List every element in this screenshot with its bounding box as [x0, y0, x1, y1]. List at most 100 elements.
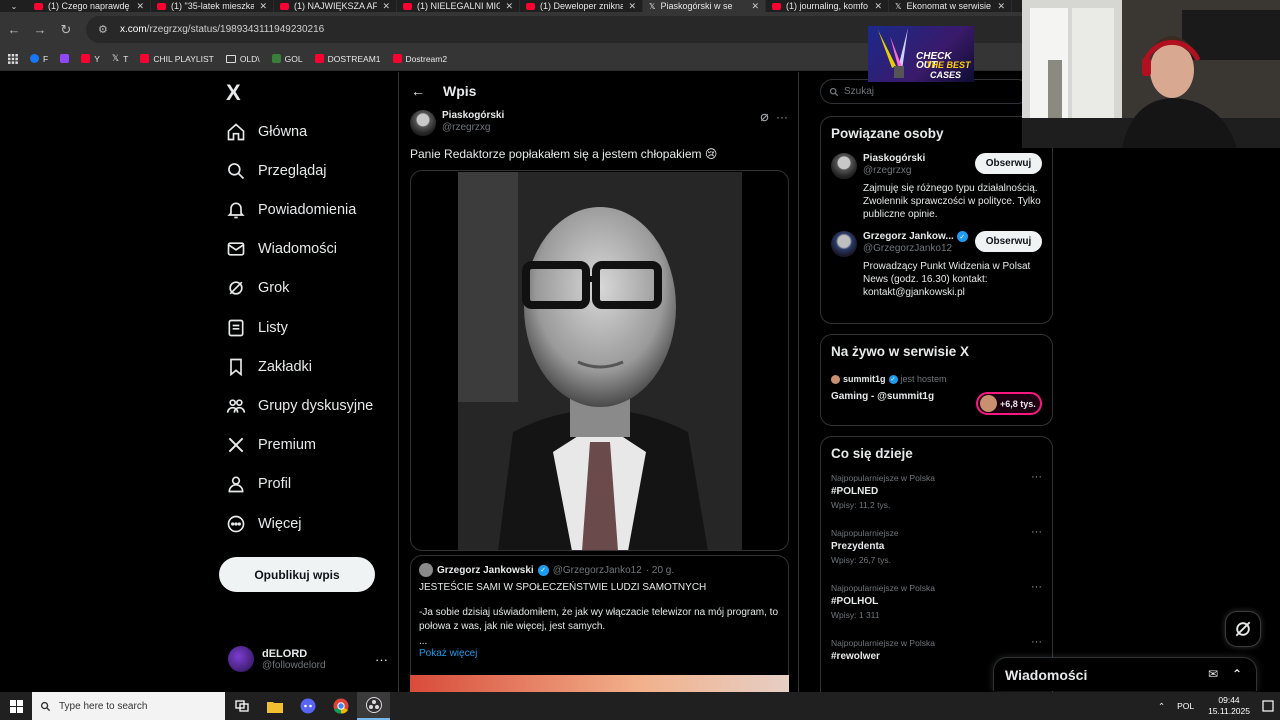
related-person[interactable]: Grzegorz Jankow... ✓ @GrzegorzJanko12 Pro… [831, 231, 1042, 299]
obs-icon[interactable] [357, 692, 390, 720]
avatar[interactable] [831, 153, 857, 179]
browser-tab[interactable]: (1) journaling, komfo ✕ [766, 0, 889, 12]
bookmark-dostream2[interactable]: Dostream2 [392, 54, 447, 64]
trend-more-icon[interactable]: ··· [1031, 581, 1042, 593]
account-more-icon[interactable]: ··· [375, 652, 388, 667]
back-button[interactable]: ← [2, 18, 26, 42]
nav-bookmarks[interactable]: Zakładki [226, 356, 312, 378]
tab-search-menu[interactable]: ⌄ [0, 0, 28, 12]
site-settings-icon[interactable]: ⚙ [98, 23, 114, 36]
tab-label: (1) NIELEGALNI MIGR [417, 1, 501, 11]
youtube-icon [772, 2, 781, 10]
chrome-icon[interactable] [324, 692, 357, 720]
show-more-link[interactable]: Pokaż więcej [419, 648, 780, 659]
reload-button[interactable]: ↻ [54, 18, 78, 42]
tab-label: Piaskogórski w se [660, 1, 733, 11]
browser-tab[interactable]: 𝕏 Piaskogórski w se ✕ [643, 0, 766, 12]
related-person[interactable]: Piaskogórski @rzegrzxg Zajmuję się różne… [831, 153, 1042, 221]
browser-tab[interactable]: (1) "35-latek mieszka ✕ [151, 0, 274, 12]
youtube-icon [34, 2, 43, 10]
nav-explore[interactable]: Przeglądaj [226, 160, 327, 182]
trend-count: Wpisy: 1 311 [831, 610, 880, 620]
nav-profile[interactable]: Profil [226, 473, 291, 495]
start-button[interactable] [0, 692, 32, 720]
tab-close-icon[interactable]: ✕ [751, 1, 759, 12]
post-more-icon[interactable]: ··· [776, 110, 788, 124]
list-icon [228, 319, 244, 337]
new-message-icon[interactable]: ✉ [1208, 667, 1218, 681]
task-view-icon[interactable] [225, 692, 258, 720]
bookmark-t[interactable]: 𝕏T [112, 53, 128, 64]
nav-home[interactable]: Główna [226, 121, 307, 143]
search-icon [228, 163, 245, 180]
browser-tab[interactable]: (1) Deweloper zniknął ✕ [520, 0, 643, 12]
browser-tab[interactable]: (1) Czego naprawdę ✕ [28, 0, 151, 12]
trend-more-icon[interactable]: ··· [1031, 471, 1042, 483]
nav-premium[interactable]: Premium [226, 434, 316, 456]
bookmark-chil-playlist[interactable]: CHIL PLAYLIST [140, 54, 214, 64]
youtube-icon [392, 54, 402, 63]
browser-tab[interactable]: 𝕏 Ekonomat w serwisie ✕ [889, 0, 1012, 12]
nav-communities[interactable]: Grupy dyskusyjne [226, 395, 373, 417]
video-frame[interactable] [458, 172, 742, 550]
input-language[interactable]: POL [1177, 701, 1194, 711]
post-button[interactable]: Opublikuj wpis [219, 557, 375, 592]
nav-messages[interactable]: Wiadomości [226, 238, 337, 260]
trend-name: #POLNED [831, 486, 879, 497]
search-input[interactable]: Szukaj [820, 79, 1030, 104]
author-avatar[interactable] [410, 110, 436, 136]
tab-close-icon[interactable]: ✕ [136, 1, 144, 12]
trend-item[interactable]: Najpopularniejsze w Polska #POLNED Wpisy… [831, 461, 1042, 516]
live-listeners-badge[interactable]: +6,8 tys. [976, 392, 1042, 415]
notifications-icon[interactable] [1262, 700, 1274, 712]
clock[interactable]: 09:44 15.11.2025 [1208, 695, 1250, 717]
bookmark-dostream1[interactable]: DOSTREAM1 [314, 54, 381, 64]
author-handle[interactable]: @rzegrzxg [442, 122, 504, 133]
trend-item[interactable]: Najpopularniejsze Prezydenta Wpisy: 26,7… [831, 516, 1042, 571]
browser-tab[interactable]: (1) NIELEGALNI MIGR ✕ [397, 0, 520, 12]
post-author[interactable]: Piaskogórski @rzegrzxg [410, 110, 504, 136]
expand-chevron-icon[interactable]: ⌃ [1232, 667, 1242, 681]
bookmark-y[interactable]: Y [81, 54, 100, 64]
tab-close-icon[interactable]: ✕ [382, 1, 390, 12]
back-arrow-icon[interactable]: ← [411, 83, 425, 99]
trend-item[interactable]: Najpopularniejsze w Polska #POLHOL Wpisy… [831, 571, 1042, 626]
live-host-label: jest hostem [900, 374, 947, 384]
tray-overflow-chevron-icon[interactable]: ⌃ [1158, 701, 1165, 712]
avatar[interactable] [831, 231, 857, 257]
nav-notifications[interactable]: Powiadomienia [226, 199, 356, 221]
account-switcher[interactable]: dELORD @followdelord ··· [228, 646, 388, 672]
bookmark-old[interactable]: OLD\ [225, 54, 260, 64]
file-explorer-icon[interactable] [258, 692, 291, 720]
tab-close-icon[interactable]: ✕ [997, 1, 1005, 12]
nav-lists[interactable]: Listy [226, 317, 288, 339]
tab-close-icon[interactable]: ✕ [628, 1, 636, 12]
tab-close-icon[interactable]: ✕ [505, 1, 513, 12]
bookmark-gol[interactable]: GOL [271, 54, 303, 64]
trend-more-icon[interactable]: ··· [1031, 526, 1042, 538]
nav-more[interactable]: Więcej [226, 513, 302, 535]
grok-floating-button[interactable] [1225, 611, 1261, 647]
tab-close-icon[interactable]: ✕ [874, 1, 882, 12]
quoted-post[interactable]: Grzegorz Jankowski ✓ @GrzegorzJanko12 · … [410, 555, 789, 692]
post-text: Panie Redaktorze popłakałem się a jestem… [410, 147, 718, 161]
post-video[interactable] [410, 170, 789, 551]
messages-drawer[interactable]: Wiadomości ✉ ⌃ [993, 657, 1257, 691]
author-name[interactable]: Piaskogórski [442, 110, 504, 121]
taskbar-search-input[interactable]: Type here to search [32, 692, 225, 720]
quoted-media-preview[interactable] [410, 675, 789, 692]
forward-button[interactable]: → [28, 18, 52, 42]
apps-grid-icon[interactable] [8, 53, 18, 64]
live-host-row[interactable]: summit1g ✓ jest hostem [831, 374, 1042, 384]
nav-grok[interactable]: Grok [226, 277, 289, 299]
bookmark-f[interactable]: F [30, 54, 48, 64]
x-logo[interactable]: X [226, 80, 241, 106]
trend-more-icon[interactable]: ··· [1031, 636, 1042, 648]
grok-explain-icon[interactable] [759, 112, 770, 123]
follow-button[interactable]: Obserwuj [975, 153, 1042, 174]
tab-close-icon[interactable]: ✕ [259, 1, 267, 12]
browser-tab[interactable]: (1) NAJWIĘKSZA AFE ✕ [274, 0, 397, 12]
follow-button[interactable]: Obserwuj [975, 231, 1042, 252]
bookmark-twitch[interactable] [60, 54, 70, 63]
discord-icon[interactable] [291, 692, 324, 720]
